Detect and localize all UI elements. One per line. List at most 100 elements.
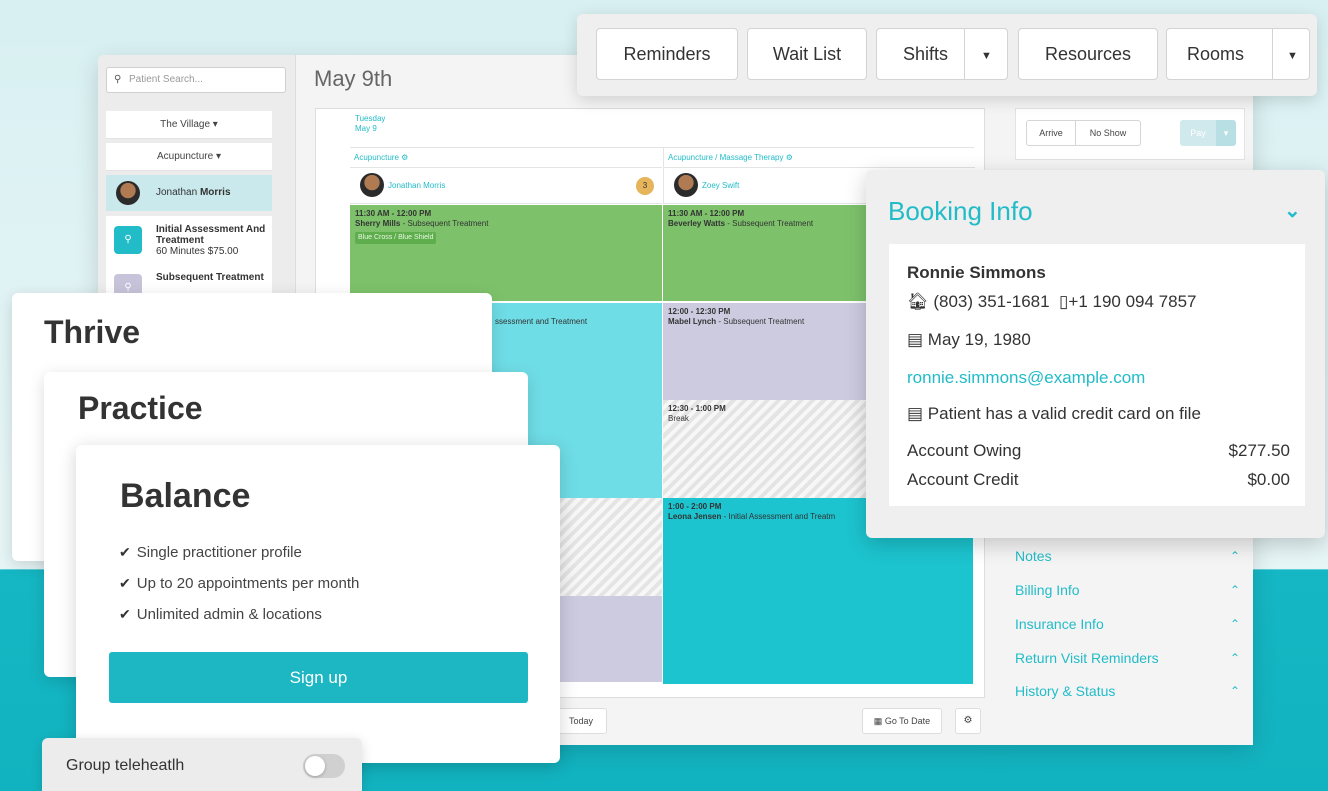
search-placeholder: Patient Search... [129, 74, 203, 85]
pay-dropdown-button[interactable]: ▾ [1216, 120, 1236, 146]
service-subsequent-treatment[interactable]: ⚲ Subsequent Treatment [106, 264, 272, 302]
patient-email-link[interactable]: ronnie.simmons@example.com [907, 368, 1145, 388]
arrive-button[interactable]: Arrive [1026, 120, 1076, 146]
search-icon: ⚲ [114, 74, 122, 85]
patient-dob: ▤ May 19, 1980 [907, 330, 1031, 350]
appointment-service: - Subsequent Treatment [725, 219, 814, 228]
home-icon: 🏠︎ [907, 292, 929, 311]
chevron-down-icon[interactable]: ▼ [1287, 31, 1298, 81]
pay-button[interactable]: Pay [1180, 120, 1216, 146]
calendar-settings-button[interactable]: ⚙ [955, 708, 981, 734]
break-block[interactable]: 12:30 - 1:00 PM Break [663, 400, 873, 498]
credit-card-icon: ▤ [907, 404, 924, 423]
chevron-down-icon[interactable]: ▼ [981, 31, 992, 81]
chevron-up-icon: ⌃ [1229, 617, 1240, 631]
avatar [360, 173, 384, 197]
accordion-billing-info[interactable]: Billing Info ⌃ [1015, 578, 1250, 602]
patient-search-input[interactable]: ⚲ Patient Search... [106, 67, 286, 93]
accordion-history-status[interactable]: History & Status ⌃ [1015, 679, 1250, 703]
reminders-button[interactable]: Reminders [596, 28, 738, 80]
practitioner-header[interactable]: Zoey Swift [663, 168, 883, 204]
mobile-icon: ▯ [1059, 292, 1069, 311]
day-name: Tuesday [355, 114, 386, 123]
appointment[interactable] [560, 596, 662, 682]
toggle-knob[interactable] [305, 756, 325, 776]
column-label: Acupuncture [354, 153, 399, 162]
column-label: Acupuncture / Massage Therapy [668, 153, 784, 162]
feature-text: Single practitioner profile [136, 544, 302, 561]
practitioner-name: Jonathan Morris [388, 181, 446, 190]
appointment-service: ssessment and Treatment [495, 317, 588, 326]
gear-icon[interactable]: ⚙ [401, 153, 408, 162]
gear-icon[interactable]: ⚙ [786, 153, 793, 162]
divider [964, 29, 965, 79]
feature-text: Up to 20 appointments per month [136, 575, 360, 592]
no-show-button[interactable]: No Show [1075, 120, 1141, 146]
chevron-up-icon: ⌃ [1229, 684, 1240, 698]
chevron-up-icon: ⌃ [1229, 549, 1240, 563]
day-date: May 9 [355, 124, 377, 133]
practitioner-first-name: Jonathan [156, 187, 200, 198]
plan-feature: ✔ Unlimited admin & locations [119, 606, 322, 623]
accordion-label: Return Visit Reminders [1015, 650, 1159, 666]
appointment-patient: Mabel Lynch [668, 317, 717, 326]
service-name: Initial Assessment And Treatment [156, 224, 266, 246]
divider [1272, 29, 1273, 79]
mobile-phone: +1 190 094 7857 [1068, 292, 1197, 311]
appointment-service: - Subsequent Treatment [716, 317, 805, 326]
checkmark-icon: ✔ [119, 544, 131, 560]
page-title: May 9th [314, 66, 393, 91]
accordion-return-visit-reminders[interactable]: Return Visit Reminders ⌃ [1015, 646, 1250, 670]
today-button[interactable]: Today [555, 708, 607, 734]
rooms-label: Rooms [1187, 44, 1245, 64]
account-owing-label: Account Owing [907, 441, 1022, 460]
appointment-time: 12:00 - 12:30 PM [668, 307, 731, 316]
shifts-button[interactable]: Shifts ▼ [876, 28, 1008, 80]
appointment-patient: Leona Jensen [668, 512, 722, 521]
gear-icon: ⚙ [963, 715, 973, 726]
chevron-up-icon: ⌃ [1229, 651, 1240, 665]
go-to-date-button[interactable]: ▦ Go To Date [862, 708, 942, 734]
sign-up-button[interactable]: Sign up [109, 652, 528, 703]
accordion-label: History & Status [1015, 683, 1116, 699]
rooms-button[interactable]: Rooms ▼ [1166, 28, 1310, 80]
accordion-insurance-info[interactable]: Insurance Info ⌃ [1015, 612, 1250, 636]
calendar-icon: ▦ [873, 716, 883, 726]
practitioner-last-name: Morris [199, 187, 231, 198]
appointment-time: 11:30 AM - 12:00 PM [355, 209, 432, 218]
service-detail: 60 Minutes $75.00 [156, 246, 239, 257]
account-credit-label: Account Credit [907, 470, 1019, 489]
chevron-up-icon: ⌃ [1229, 583, 1240, 597]
accordion-label: Notes [1015, 548, 1052, 564]
sidebar-practitioner[interactable]: Jonathan Morris [106, 175, 272, 211]
resources-button[interactable]: Resources [1018, 28, 1158, 80]
account-credit-value: $0.00 [1247, 470, 1290, 489]
chevron-down-icon: ▾ [1223, 128, 1229, 138]
service-name: Subsequent Treatment [156, 272, 264, 283]
appointment[interactable]: 11:30 AM - 12:00 PM Sherry Mills - Subse… [350, 205, 662, 301]
appointment-service: - Initial Assessment and Treatm [721, 512, 836, 521]
avatar [116, 181, 140, 205]
gift-icon: ▤ [907, 330, 924, 349]
patient-name: Ronnie Simmons [907, 263, 1046, 282]
shifts-label: Shifts [903, 44, 949, 64]
accordion-label: Insurance Info [1015, 616, 1104, 632]
patient-phones: 🏠︎ (803) 351-1681 ▯+1 190 094 7857 [907, 292, 1197, 312]
location-select[interactable]: The Village ▾ [106, 111, 272, 139]
appointment[interactable]: 11:30 AM - 12:00 PM Beverley Watts - Sub… [663, 205, 873, 301]
appointment-service: - Subsequent Treatment [400, 219, 489, 228]
service-initial-assessment[interactable]: ⚲ Initial Assessment And Treatment 60 Mi… [106, 216, 272, 264]
checkmark-icon: ✔ [119, 606, 131, 622]
dob-value: May 19, 1980 [927, 330, 1031, 349]
column-header-massage[interactable]: Acupuncture / Massage Therapy ⚙ [663, 148, 975, 168]
appointment[interactable]: 12:00 - 12:30 PM Mabel Lynch - Subsequen… [663, 303, 873, 400]
column-header-acupuncture[interactable]: Acupuncture ⚙ [350, 148, 662, 168]
accordion-notes[interactable]: Notes ⌃ [1015, 544, 1250, 568]
avatar [674, 173, 698, 197]
credit-card-status: ▤ Patient has a valid credit card on fil… [907, 404, 1201, 424]
calendar-day-header: Tuesday May 9 [350, 110, 974, 148]
chevron-down-icon[interactable]: ⌄ [1284, 198, 1301, 223]
discipline-select[interactable]: Acupuncture ▾ [106, 143, 272, 171]
practitioner-header[interactable]: Jonathan Morris [350, 168, 662, 204]
wait-list-button[interactable]: Wait List [747, 28, 867, 80]
